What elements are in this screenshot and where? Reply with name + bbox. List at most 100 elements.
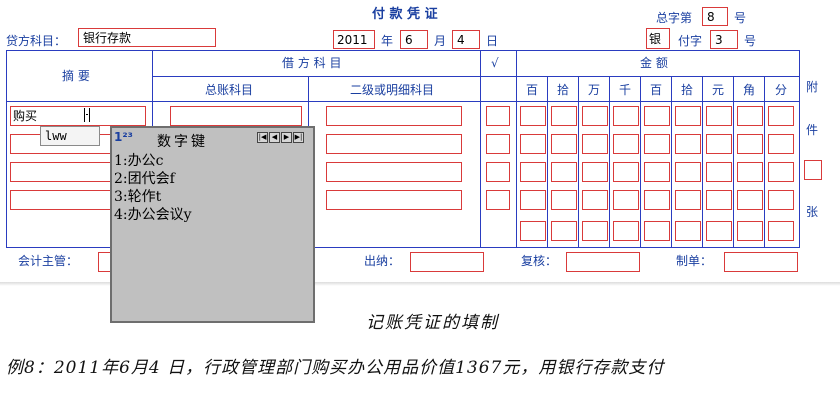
ime-composition-box: lww: [40, 126, 100, 146]
grid-line: [733, 77, 734, 248]
amount-digit-input[interactable]: [675, 190, 701, 210]
last-page-icon[interactable]: ▶|: [293, 132, 304, 143]
zongzi-hao-label: 号: [734, 11, 747, 25]
amount-digit-input[interactable]: [613, 162, 639, 182]
digit-header-bai2: 百: [650, 83, 663, 97]
amount-digit-input[interactable]: [613, 190, 639, 210]
numpad-icon[interactable]: 1²³: [114, 130, 133, 144]
total-digit-input[interactable]: [520, 221, 546, 241]
total-digit-input[interactable]: [675, 221, 701, 241]
check-input[interactable]: [486, 134, 510, 154]
amount-digit-input[interactable]: [582, 134, 608, 154]
amount-digit-input[interactable]: [582, 190, 608, 210]
grid-line: [609, 77, 610, 248]
total-digit-input[interactable]: [737, 221, 763, 241]
credit-account-input[interactable]: 银行存款: [78, 28, 216, 47]
amount-digit-input[interactable]: [644, 106, 670, 126]
amount-digit-input[interactable]: [768, 106, 794, 126]
maker-label: 制单：: [676, 254, 713, 268]
amount-digit-input[interactable]: [551, 134, 577, 154]
year-input[interactable]: 2011: [333, 30, 375, 49]
amount-digit-input[interactable]: [675, 162, 701, 182]
fuzi-value: 3: [715, 33, 723, 47]
year-value: 2011: [337, 33, 368, 47]
detail-account-input[interactable]: [326, 134, 462, 154]
total-digit-input[interactable]: [551, 221, 577, 241]
review-input[interactable]: [566, 252, 640, 272]
amount-digit-input[interactable]: [582, 162, 608, 182]
digit-header-bai: 百: [526, 83, 539, 97]
maker-input[interactable]: [724, 252, 798, 272]
day-input[interactable]: 4: [452, 30, 480, 49]
amount-digit-input[interactable]: [613, 106, 639, 126]
general-account-header: 总账科目: [205, 83, 254, 97]
fuzi-prefix-input[interactable]: 银: [646, 28, 670, 49]
amount-digit-input[interactable]: [551, 106, 577, 126]
amount-digit-input[interactable]: [551, 190, 577, 210]
first-page-icon[interactable]: |◀: [257, 132, 268, 143]
credit-account-label: 贷方科目：: [6, 34, 67, 48]
amount-digit-input[interactable]: [520, 134, 546, 154]
digit-header-shi: 拾: [557, 83, 570, 97]
check-input[interactable]: [486, 162, 510, 182]
amount-digit-input[interactable]: [644, 134, 670, 154]
detail-account-input[interactable]: [326, 162, 462, 182]
general-account-input[interactable]: [170, 106, 302, 126]
detail-account-input[interactable]: [326, 106, 462, 126]
candidate-item[interactable]: 4:办公会议y: [114, 204, 192, 224]
zongzi-input[interactable]: 8: [702, 7, 728, 26]
candidate-item[interactable]: 3:轮作t: [114, 186, 161, 206]
amount-digit-input[interactable]: [706, 162, 732, 182]
attachment-count-input[interactable]: [804, 160, 822, 180]
grid-line: [480, 50, 481, 248]
fuzi-prefix-value: 银: [649, 32, 662, 46]
ime-candidate-window[interactable]: 1²³ 数字键 |◀ ◀ ▶ ▶| 1:办公c 2:团代会f 3:轮作t 4:办…: [110, 126, 315, 323]
caption-example: 例8：2011年6月4 日，行政管理部门购买办公用品价值1367元，用银行存款支…: [6, 358, 665, 378]
amount-digit-input[interactable]: [675, 134, 701, 154]
amount-digit-input[interactable]: [737, 134, 763, 154]
fuzi-input[interactable]: 3: [710, 30, 738, 49]
amount-digit-input[interactable]: [706, 190, 732, 210]
amount-digit-input[interactable]: [768, 134, 794, 154]
amount-digit-input[interactable]: [737, 190, 763, 210]
amount-digit-input[interactable]: [520, 190, 546, 210]
amount-digit-input[interactable]: [520, 162, 546, 182]
amount-digit-input[interactable]: [675, 106, 701, 126]
cashier-label: 出纳：: [364, 254, 401, 268]
total-digit-input[interactable]: [613, 221, 639, 241]
attachment-label-zhang: 张: [806, 205, 819, 219]
amount-digit-input[interactable]: [582, 106, 608, 126]
candidate-item[interactable]: 1:办公c: [114, 150, 163, 170]
amount-digit-input[interactable]: [737, 162, 763, 182]
next-page-icon[interactable]: ▶: [281, 132, 292, 143]
amount-digit-input[interactable]: [644, 162, 670, 182]
amount-digit-input[interactable]: [768, 162, 794, 182]
amount-digit-input[interactable]: [644, 190, 670, 210]
accountant-label: 会计主管：: [18, 254, 79, 268]
month-value: 6: [405, 33, 413, 47]
month-input[interactable]: 6: [400, 30, 428, 49]
grid-line: [578, 77, 579, 248]
amount-digit-input[interactable]: [520, 106, 546, 126]
total-digit-input[interactable]: [706, 221, 732, 241]
amount-digit-input[interactable]: [768, 190, 794, 210]
amount-digit-input[interactable]: [706, 134, 732, 154]
digit-header-shi2: 拾: [681, 83, 694, 97]
amount-digit-input[interactable]: [737, 106, 763, 126]
check-input[interactable]: [486, 190, 510, 210]
prev-page-icon[interactable]: ◀: [269, 132, 280, 143]
amount-digit-input[interactable]: [551, 162, 577, 182]
summary-input[interactable]: 购买: [10, 106, 146, 126]
amount-digit-input[interactable]: [706, 106, 732, 126]
digit-header-wan: 万: [588, 83, 601, 97]
total-digit-input[interactable]: [768, 221, 794, 241]
amount-digit-input[interactable]: [613, 134, 639, 154]
total-digit-input[interactable]: [582, 221, 608, 241]
detail-account-input[interactable]: [326, 190, 462, 210]
check-input[interactable]: [486, 106, 510, 126]
cashier-input[interactable]: [410, 252, 484, 272]
year-label: 年: [381, 34, 394, 48]
summary-value: 购买: [13, 109, 38, 123]
candidate-item[interactable]: 2:团代会f: [114, 168, 175, 188]
total-digit-input[interactable]: [644, 221, 670, 241]
